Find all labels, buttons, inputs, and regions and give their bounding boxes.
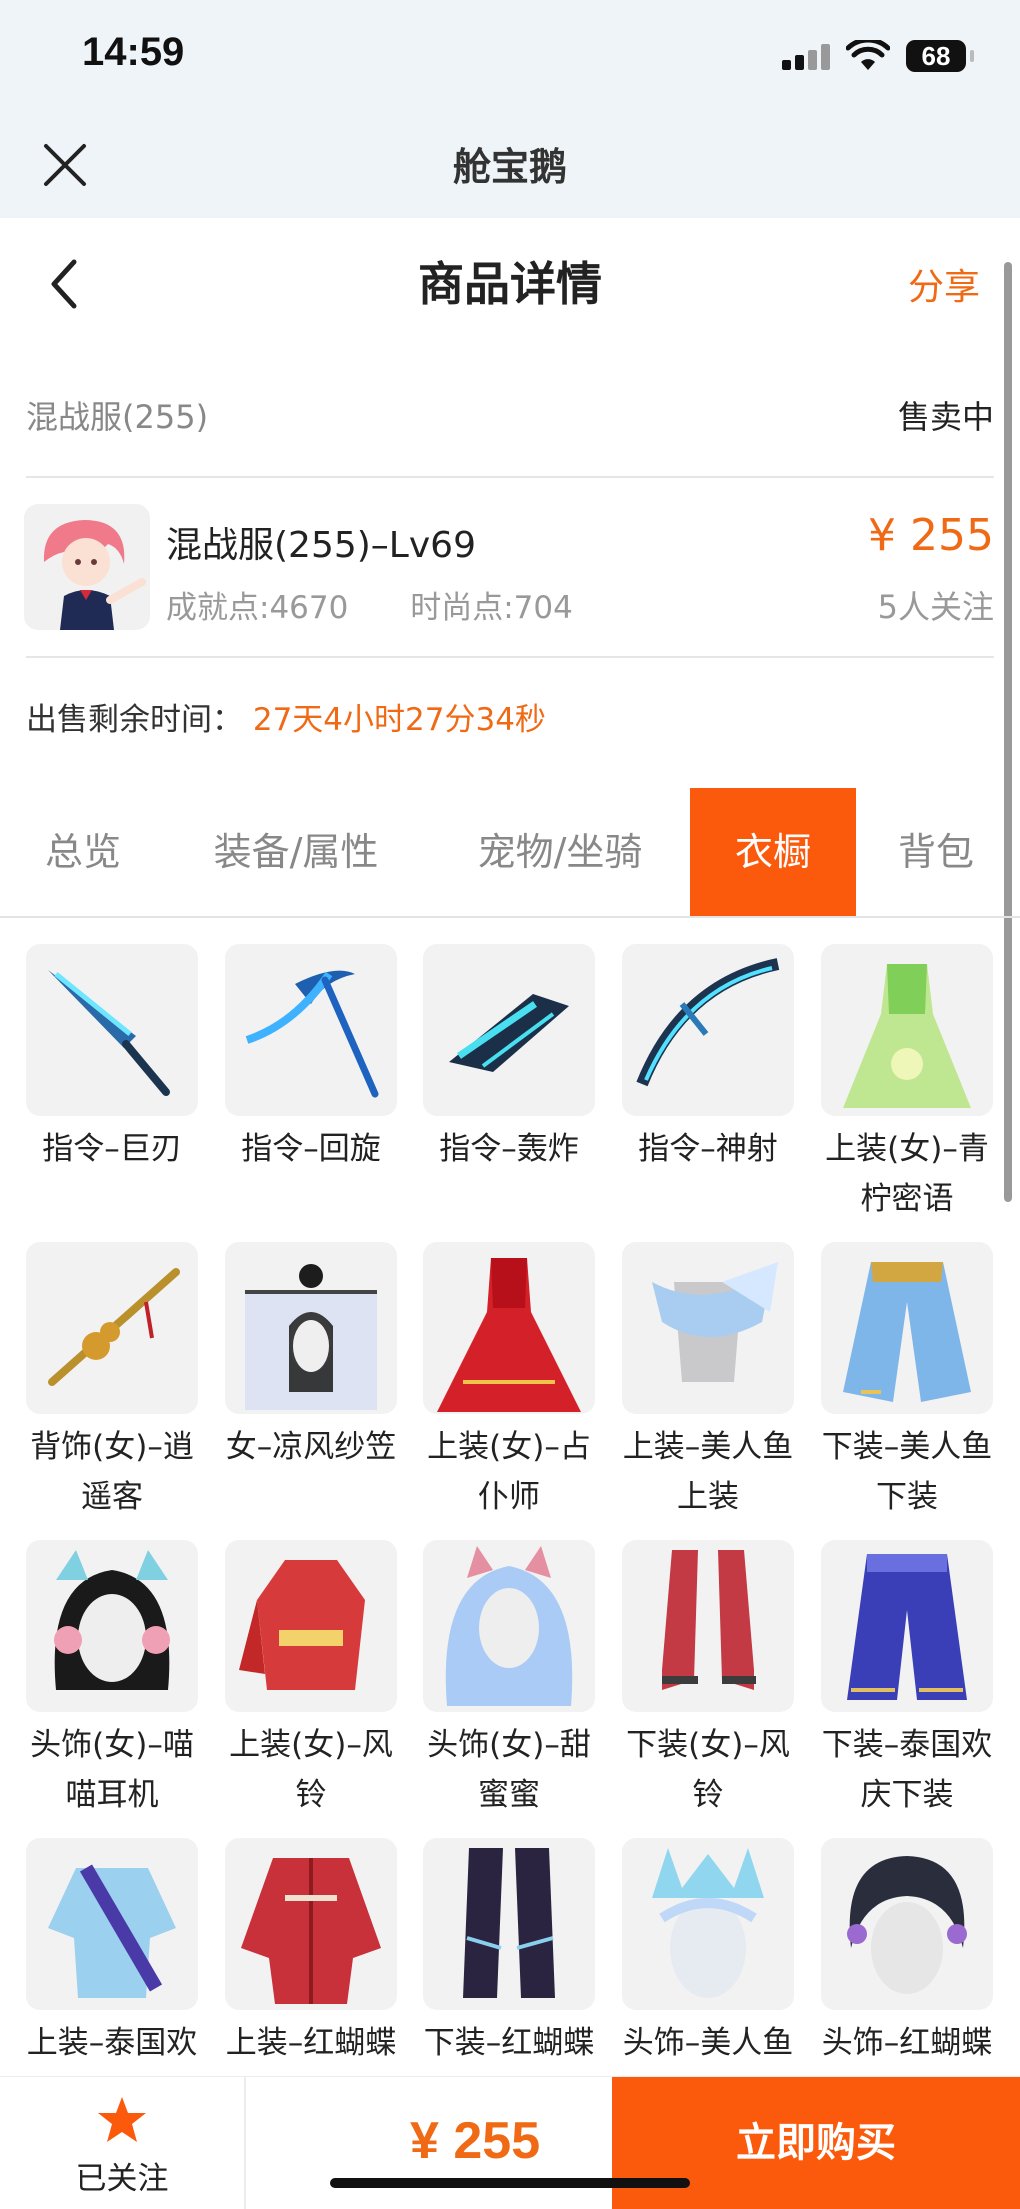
bow-icon [622, 944, 794, 1116]
divider [26, 656, 994, 658]
list-item[interactable]: 指令–回旋 [225, 944, 397, 1174]
list-item[interactable]: 头饰(女)–甜蜜蜜 [423, 1540, 595, 1820]
item-label: 上装(女)–青柠密语 [825, 1131, 989, 1217]
list-item[interactable]: 上装(女)–占仆师 [423, 1242, 595, 1522]
list-item[interactable]: 指令–巨刃 [26, 944, 198, 1174]
account-title: 混战服(255)–Lv69 [166, 525, 476, 566]
bottom-price: ¥ 255 [410, 2112, 541, 2170]
listing-price: ¥ 255 [868, 510, 994, 561]
follow-button[interactable]: 已关注 [0, 2077, 246, 2209]
blade-icon [26, 944, 198, 1116]
red-kimono-icon [225, 1540, 397, 1712]
list-item[interactable]: 上装–美人鱼上装 [622, 1242, 794, 1522]
item-label: 上装–泰国欢庆上装 [26, 2025, 198, 2061]
tab-bar: 总览 装备/属性 宠物/坐骑 衣橱 背包 [0, 788, 1020, 918]
tab-pets[interactable]: 宠物/坐骑 [440, 788, 680, 916]
server-name: 混战服(255) [26, 398, 209, 436]
item-label: 下装–泰国欢庆下装 [821, 1727, 993, 1813]
app-title: 舱宝鹅 [452, 145, 567, 189]
tab-bag[interactable]: 背包 [870, 788, 1002, 916]
tab-overview[interactable]: 总览 [0, 788, 166, 916]
battery-indicator: 68 [906, 40, 974, 72]
green-dress-icon [821, 944, 993, 1116]
page-title: 商品详情 [418, 257, 602, 311]
mermaid-bottom-icon [821, 1242, 993, 1414]
item-label: 头饰(女)–甜蜜蜜 [427, 1727, 591, 1813]
dark-pants-icon [423, 1838, 595, 2010]
item-label: 上装(女)–风铃 [229, 1727, 393, 1813]
bottom-bar: 已关注 ¥ 255 立即购买 [0, 2076, 1020, 2209]
list-item[interactable]: 下装–泰国欢庆下装 [821, 1540, 993, 1820]
item-label: 上装(女)–占仆师 [427, 1429, 591, 1515]
item-label: 上装–美人鱼上装 [622, 1429, 794, 1515]
list-item[interactable]: 指令–轰炸 [423, 944, 595, 1174]
red-boots-icon [622, 1540, 794, 1712]
list-item[interactable]: 下装–红蝴蝶裤 [423, 1838, 595, 2074]
list-item[interactable]: 头饰(女)–喵喵耳机 [26, 1540, 198, 1820]
follow-label: 已关注 [75, 2161, 169, 2197]
list-item[interactable]: 上装(女)–风铃 [225, 1540, 397, 1820]
remaining-value: 27天4小时27分34秒 [252, 702, 546, 738]
list-item[interactable]: 下装(女)–风铃 [622, 1540, 794, 1820]
gourd-staff-icon [26, 1242, 198, 1414]
signal-icon [782, 44, 834, 70]
cat-headphones-icon [26, 1540, 198, 1712]
item-label: 背饰(女)–逍遥客 [30, 1429, 194, 1515]
purple-pants-icon [821, 1540, 993, 1712]
nav-bar: 商品详情 分享 [0, 218, 1020, 348]
dark-hair-icon [821, 1838, 993, 2010]
list-item[interactable]: 女–凉风纱笠 [225, 1242, 397, 1472]
item-label: 指令–回旋 [241, 1131, 381, 1167]
item-label: 女–凉风纱笠 [225, 1429, 397, 1465]
item-label: 头饰–美人鱼之冠 [622, 2025, 794, 2061]
tab-equipment[interactable]: 装备/属性 [176, 788, 416, 916]
list-item[interactable]: 下装–美人鱼下装 [821, 1242, 993, 1522]
red-jacket-icon [225, 1838, 397, 2010]
remaining-time: 出售剩余时间： 27天4小时27分34秒 [26, 694, 546, 739]
sale-status: 售卖中 [897, 398, 994, 436]
item-label: 指令–神射 [638, 1131, 778, 1167]
scythe-icon [225, 944, 397, 1116]
list-item[interactable]: 指令–神射 [622, 944, 794, 1174]
item-label: 头饰(女)–喵喵耳机 [30, 1727, 194, 1813]
app-bar: 舱宝鹅 [0, 118, 1020, 218]
item-label: 下装(女)–风铃 [626, 1727, 790, 1813]
mermaid-top-icon [622, 1242, 794, 1414]
account-stats: 成就点:4670 时尚点:704 [166, 582, 625, 627]
divider [26, 476, 994, 478]
wardrobe-grid: 指令–巨刃 指令–回旋 指令–轰炸 指令–神射 上装(女)–青柠密语 背饰(女)… [0, 944, 1020, 2074]
wifi-icon [846, 40, 890, 70]
list-item[interactable]: 上装–红蝴蝶衣 [225, 1838, 397, 2074]
status-bar: 14:59 68 [0, 0, 1020, 118]
tab-wardrobe[interactable]: 衣橱 [690, 788, 856, 916]
item-label: 指令–巨刃 [42, 1131, 182, 1167]
thai-top-icon [26, 1838, 198, 2010]
share-button[interactable]: 分享 [908, 258, 980, 310]
status-time: 14:59 [82, 30, 185, 74]
red-dress-icon [423, 1242, 595, 1414]
item-label: 头饰–红蝴蝶头冠 [821, 2025, 993, 2061]
list-item[interactable]: 背饰(女)–逍遥客 [26, 1242, 198, 1522]
veil-hat-icon [225, 1242, 397, 1414]
star-icon [98, 2097, 146, 2142]
mermaid-crown-icon [622, 1838, 794, 2010]
list-item[interactable]: 头饰–红蝴蝶头冠 [821, 1838, 993, 2074]
list-item[interactable]: 头饰–美人鱼之冠 [622, 1838, 794, 2074]
remaining-label: 出售剩余时间： [26, 702, 243, 738]
list-item[interactable]: 上装(女)–青柠密语 [821, 944, 993, 1224]
fashion-points: 时尚点:704 [410, 590, 573, 626]
blue-hair-icon [423, 1540, 595, 1712]
item-label: 指令–轰炸 [439, 1131, 579, 1167]
blaster-icon [423, 944, 595, 1116]
avatar [24, 504, 150, 630]
home-indicator[interactable] [330, 2178, 690, 2188]
list-item[interactable]: 上装–泰国欢庆上装 [26, 1838, 198, 2074]
item-label: 上装–红蝴蝶衣 [225, 2025, 397, 2061]
achievement-points: 成就点:4670 [166, 590, 349, 626]
item-label: 下装–美人鱼下装 [821, 1429, 993, 1515]
buy-now-button[interactable]: 立即购买 [612, 2077, 1020, 2209]
item-label: 下装–红蝴蝶裤 [423, 2025, 595, 2061]
follower-count: 5人关注 [877, 588, 994, 626]
